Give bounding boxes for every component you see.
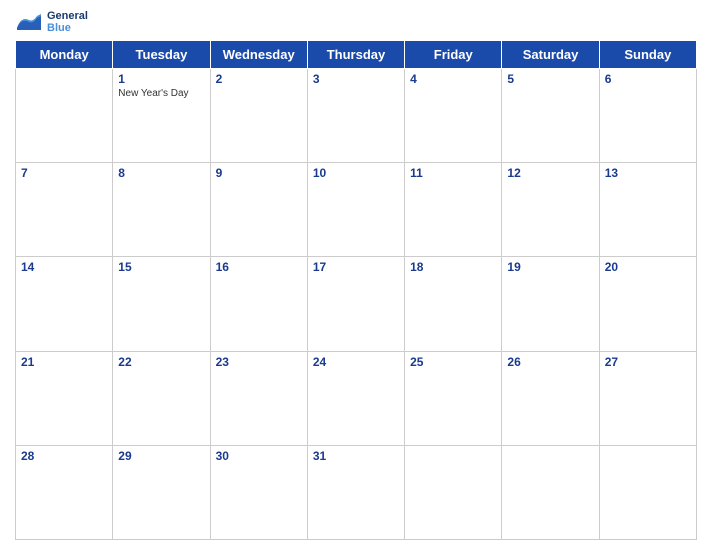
day-cell: 22 bbox=[113, 351, 210, 445]
week-row-4: 21 22 23 24 25 26 27 bbox=[16, 351, 697, 445]
day-number: 5 bbox=[507, 72, 593, 86]
day-cell bbox=[502, 445, 599, 539]
day-cell: 29 bbox=[113, 445, 210, 539]
day-cell: 16 bbox=[210, 257, 307, 351]
weekday-sunday: Sunday bbox=[599, 41, 696, 69]
weekday-thursday: Thursday bbox=[307, 41, 404, 69]
week-row-2: 789 10 11 12 13 bbox=[16, 163, 697, 257]
day-cell: 7 bbox=[16, 163, 113, 257]
day-number: 8 bbox=[118, 166, 204, 180]
day-cell: 31 bbox=[307, 445, 404, 539]
day-cell: 9 bbox=[210, 163, 307, 257]
day-cell: 2 bbox=[210, 69, 307, 163]
day-number: 9 bbox=[216, 166, 302, 180]
day-cell: 21 bbox=[16, 351, 113, 445]
day-number: 29 bbox=[118, 449, 204, 463]
week-row-1: 1 New Year's Day 23456 bbox=[16, 69, 697, 163]
day-number: 6 bbox=[605, 72, 691, 86]
day-cell: 13 bbox=[599, 163, 696, 257]
day-cell: 27 bbox=[599, 351, 696, 445]
day-number: 27 bbox=[605, 355, 691, 369]
week-row-3: 14 15 16 17 18 19 20 bbox=[16, 257, 697, 351]
day-cell: 28 bbox=[16, 445, 113, 539]
weekday-wednesday: Wednesday bbox=[210, 41, 307, 69]
week-row-5: 28 29 30 31 bbox=[16, 445, 697, 539]
day-cell bbox=[16, 69, 113, 163]
day-number: 15 bbox=[118, 260, 204, 274]
day-cell: 18 bbox=[405, 257, 502, 351]
day-cell: 24 bbox=[307, 351, 404, 445]
day-number: 22 bbox=[118, 355, 204, 369]
day-number: 31 bbox=[313, 449, 399, 463]
day-cell: 14 bbox=[16, 257, 113, 351]
weekday-saturday: Saturday bbox=[502, 41, 599, 69]
holiday-label: New Year's Day bbox=[118, 88, 204, 99]
calendar-table: MondayTuesdayWednesdayThursdayFridaySatu… bbox=[15, 40, 697, 540]
day-number: 25 bbox=[410, 355, 496, 369]
logo: General Blue bbox=[15, 10, 88, 34]
day-cell bbox=[405, 445, 502, 539]
weekday-tuesday: Tuesday bbox=[113, 41, 210, 69]
day-cell: 10 bbox=[307, 163, 404, 257]
day-number: 17 bbox=[313, 260, 399, 274]
day-number: 19 bbox=[507, 260, 593, 274]
logo-general: General bbox=[47, 10, 88, 22]
day-cell: 25 bbox=[405, 351, 502, 445]
day-cell: 11 bbox=[405, 163, 502, 257]
day-cell: 17 bbox=[307, 257, 404, 351]
day-number: 18 bbox=[410, 260, 496, 274]
day-cell: 6 bbox=[599, 69, 696, 163]
day-cell: 5 bbox=[502, 69, 599, 163]
day-number: 4 bbox=[410, 72, 496, 86]
day-cell: 1 New Year's Day bbox=[113, 69, 210, 163]
weekday-friday: Friday bbox=[405, 41, 502, 69]
weekday-header-row: MondayTuesdayWednesdayThursdayFridaySatu… bbox=[16, 41, 697, 69]
day-number: 23 bbox=[216, 355, 302, 369]
day-number: 28 bbox=[21, 449, 107, 463]
day-cell: 4 bbox=[405, 69, 502, 163]
day-number: 7 bbox=[21, 166, 107, 180]
day-number: 3 bbox=[313, 72, 399, 86]
day-cell bbox=[599, 445, 696, 539]
day-cell: 12 bbox=[502, 163, 599, 257]
day-number: 14 bbox=[21, 260, 107, 274]
day-cell: 30 bbox=[210, 445, 307, 539]
day-number: 21 bbox=[21, 355, 107, 369]
day-number: 2 bbox=[216, 72, 302, 86]
day-cell: 8 bbox=[113, 163, 210, 257]
day-cell: 26 bbox=[502, 351, 599, 445]
weekday-monday: Monday bbox=[16, 41, 113, 69]
day-cell: 3 bbox=[307, 69, 404, 163]
day-number: 20 bbox=[605, 260, 691, 274]
day-cell: 15 bbox=[113, 257, 210, 351]
day-number: 1 bbox=[118, 72, 204, 86]
day-cell: 19 bbox=[502, 257, 599, 351]
day-number: 26 bbox=[507, 355, 593, 369]
day-number: 16 bbox=[216, 260, 302, 274]
day-number: 12 bbox=[507, 166, 593, 180]
day-number: 30 bbox=[216, 449, 302, 463]
logo-blue: Blue bbox=[47, 22, 88, 34]
day-number: 24 bbox=[313, 355, 399, 369]
day-cell: 23 bbox=[210, 351, 307, 445]
day-number: 13 bbox=[605, 166, 691, 180]
day-number: 11 bbox=[410, 166, 496, 180]
day-number: 10 bbox=[313, 166, 399, 180]
logo-icon bbox=[15, 12, 43, 32]
calendar-header: General Blue bbox=[15, 10, 697, 34]
day-cell: 20 bbox=[599, 257, 696, 351]
